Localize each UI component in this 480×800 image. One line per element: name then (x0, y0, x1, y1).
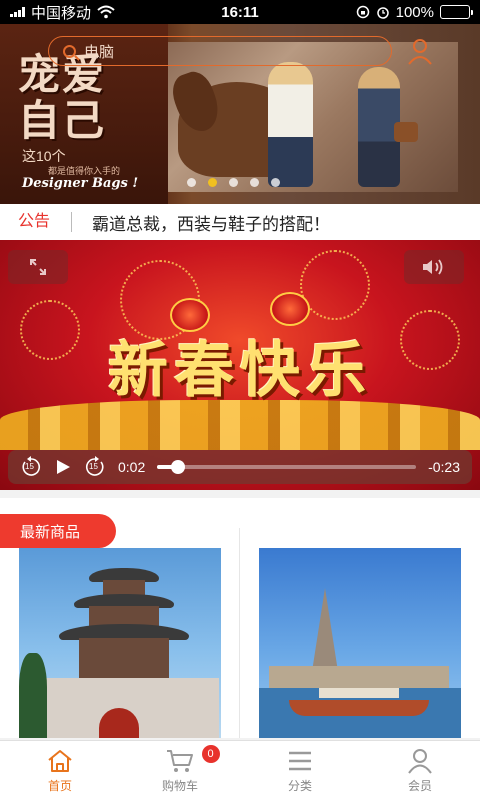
status-time: 16:11 (221, 3, 259, 21)
menu-icon (289, 751, 311, 770)
banner-subtitle: 这10个 (22, 148, 66, 164)
wifi-icon (97, 5, 115, 19)
rewind-label: 15 (25, 462, 34, 471)
fullscreen-icon (30, 259, 46, 275)
firework-decoration (300, 250, 370, 320)
current-time: 0:02 (118, 459, 146, 475)
home-icon (48, 749, 72, 772)
search-bar[interactable] (48, 36, 392, 66)
battery-percent: 100% (395, 3, 434, 21)
forward-15-button[interactable]: 15 (84, 456, 106, 478)
carousel-dot[interactable] (187, 178, 196, 187)
rewind-15-button[interactable]: 15 (20, 456, 42, 478)
temple-shape (269, 666, 449, 688)
status-right: 100% (356, 3, 473, 21)
carrier-label: 中国移动 (31, 4, 92, 22)
user-icon[interactable] (406, 36, 434, 66)
tab-member[interactable]: 会员 (360, 741, 480, 800)
progress-handle[interactable] (170, 460, 185, 474)
carousel-dot[interactable] (229, 178, 238, 187)
video-title: 新春快乐 (108, 336, 372, 406)
boat-shape (289, 700, 429, 716)
video-player[interactable]: 新春快乐 15 15 0:02 -0:23 (0, 240, 480, 490)
product-card[interactable] (19, 548, 221, 738)
tab-category[interactable]: 分类 (240, 741, 360, 800)
signal-icon (10, 7, 25, 17)
app-screen: 中国移动 16:11 100% 宠爱 自己 这10个 都是值得你入手的 Desi… (0, 0, 480, 800)
lantern-decoration (270, 292, 310, 326)
tab-label: 会员 (407, 778, 432, 793)
tab-label: 购物车 (161, 778, 198, 793)
user-icon (408, 748, 432, 774)
battery-icon (440, 5, 473, 19)
divider (239, 528, 240, 738)
status-bar: 中国移动 16:11 100% (0, 0, 480, 24)
progress-slider[interactable] (157, 460, 417, 474)
bottom-tab-bar: 首页 0 购物车 分类 会员 (0, 740, 480, 800)
video-controls: 15 15 0:02 -0:23 (8, 450, 472, 484)
tab-home[interactable]: 首页 (0, 741, 120, 800)
carousel-dot[interactable] (271, 178, 280, 187)
tower-body-shape (79, 638, 169, 678)
section-title: 最新商品 (0, 514, 116, 548)
announcement-text[interactable]: 霸道总裁，西装与鞋子的搭配！ (72, 210, 330, 235)
status-left: 中国移动 (10, 2, 115, 23)
announcement-bar[interactable]: 公告 霸道总裁，西装与鞋子的搭配！ (0, 204, 480, 240)
tree-shape (19, 653, 47, 738)
model-figure (268, 62, 313, 187)
search-icon (63, 44, 76, 58)
cart-badge: 0 (201, 745, 220, 763)
announcement-tag: 公告 (0, 212, 72, 232)
tab-cart[interactable]: 0 购物车 (120, 741, 240, 800)
cart-icon (167, 749, 193, 772)
speaker-icon (423, 259, 443, 275)
tab-label: 分类 (287, 778, 312, 793)
rotation-lock-icon (356, 5, 369, 19)
alarm-icon (376, 7, 389, 19)
banner-headline-line2: 自己 (18, 96, 107, 145)
volume-button[interactable] (404, 250, 464, 284)
product-card[interactable] (259, 548, 461, 738)
tab-label: 首页 (47, 778, 72, 793)
fullscreen-button[interactable] (8, 250, 68, 284)
forward-label: 15 (89, 462, 98, 471)
handbag-shape (394, 122, 418, 142)
remaining-time: -0:23 (428, 459, 460, 475)
play-icon[interactable] (54, 458, 72, 476)
boat-roof-shape (319, 688, 399, 698)
temple-spire-shape (311, 588, 339, 678)
carousel-indicator (187, 178, 280, 187)
carousel-dot[interactable] (250, 178, 259, 187)
search-input[interactable] (84, 42, 344, 60)
banner-tagline: Designer Bags ! (22, 176, 139, 191)
carousel-dot-active[interactable] (208, 178, 217, 187)
new-products-section: 最新商品 (0, 498, 480, 738)
